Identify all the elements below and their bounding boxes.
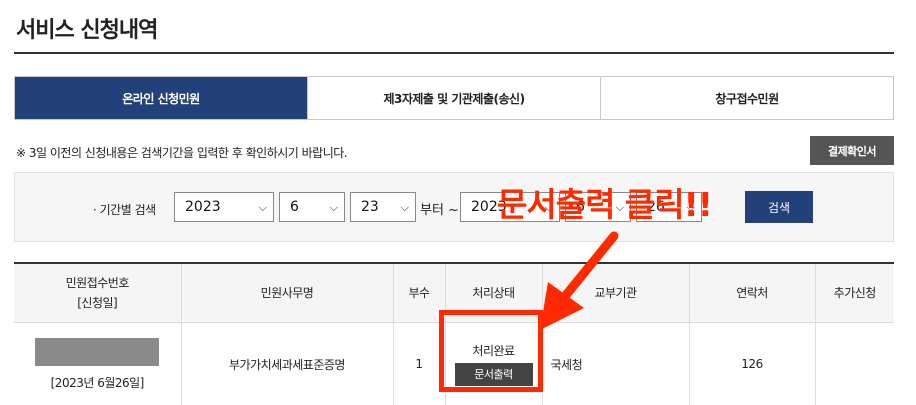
from-day-select[interactable]: 23 ⌵ [350,192,416,222]
chevron-down-icon: ⌵ [616,201,624,215]
page-title: 서비스 신청내역 [16,12,157,44]
search-panel: · 기간별 검색 2023 ⌵ 6 ⌵ 23 ⌵ 부터 ~ 2023 ⌵ 6 ⌵… [14,172,894,242]
period-search-label: · 기간별 검색 [93,201,156,218]
header-agency: 교부기관 [542,264,689,323]
redacted-receipt-number [35,338,159,366]
cell-additional [815,323,894,405]
cell-copies: 1 [393,323,445,405]
header-status: 처리상태 [445,264,542,323]
cell-status: 처리완료 문서출력 [445,323,542,405]
application-table: 민원접수번호 [신청일] 민원사무명 부수 처리상태 교부기관 연락처 추가신청… [14,264,894,405]
header-receipt-no-label: 민원접수번호 [66,276,129,290]
tab-third-party-submission[interactable]: 제3자제출 및 기관제출(송신) [307,77,600,119]
to-day-select[interactable]: 26 ⌵ [636,192,702,222]
chevron-down-icon: ⌵ [259,201,267,215]
payment-receipt-button[interactable]: 결제확인서 [810,136,894,165]
notice-text: ※ 3일 이전의 신청내용은 검색기간을 입력한 후 확인하시기 바랍니다. [16,144,347,161]
receipt-date: [2023년 6월26일] [51,376,144,390]
table-header-row: 민원접수번호 [신청일] 민원사무명 부수 처리상태 교부기관 연락처 추가신청 [14,264,894,323]
title-divider [14,52,894,54]
from-day-value: 23 [361,199,379,215]
chevron-down-icon: ⌵ [687,201,695,215]
to-month-select[interactable]: 6 ⌵ [565,192,631,222]
to-year-select[interactable]: 2023 ⌵ [460,192,560,222]
cell-agency: 국세청 [542,323,689,405]
to-month-value: 6 [576,199,585,215]
cell-contact: 126 [689,323,815,405]
status-label: 처리완료 [447,342,541,359]
chevron-down-icon: ⌵ [401,201,409,215]
service-tabs: 온라인 신청민원 제3자제출 및 기관제출(송신) 창구접수민원 [14,76,894,120]
to-year-value: 2023 [471,199,507,215]
chevron-down-icon: ⌵ [330,201,338,215]
from-month-select[interactable]: 6 ⌵ [279,192,345,222]
cell-receipt: [2023년 6월26일] [14,323,181,405]
from-month-value: 6 [290,199,299,215]
from-year-value: 2023 [185,199,221,215]
header-additional: 추가신청 [815,264,894,323]
tab-online-application[interactable]: 온라인 신청민원 [15,77,307,119]
header-receipt-date-label: [신청일] [77,296,117,310]
to-day-value: 26 [647,199,665,215]
tab-counter-application[interactable]: 창구접수민원 [600,77,893,119]
cell-affair: 부가가치세과세표준증명 [181,323,393,405]
range-label: 부터 ~ [420,199,459,218]
print-document-button[interactable]: 문서출력 [455,363,533,386]
from-year-select[interactable]: 2023 ⌵ [174,192,274,222]
header-copies: 부수 [393,264,445,323]
header-receipt-no: 민원접수번호 [신청일] [14,264,181,323]
header-affair: 민원사무명 [181,264,393,323]
search-button[interactable]: 검색 [745,191,813,223]
chevron-down-icon: ⌵ [545,201,553,215]
table-row: [2023년 6월26일] 부가가치세과세표준증명 1 처리완료 문서출력 국세… [14,323,894,405]
header-contact: 연락처 [689,264,815,323]
